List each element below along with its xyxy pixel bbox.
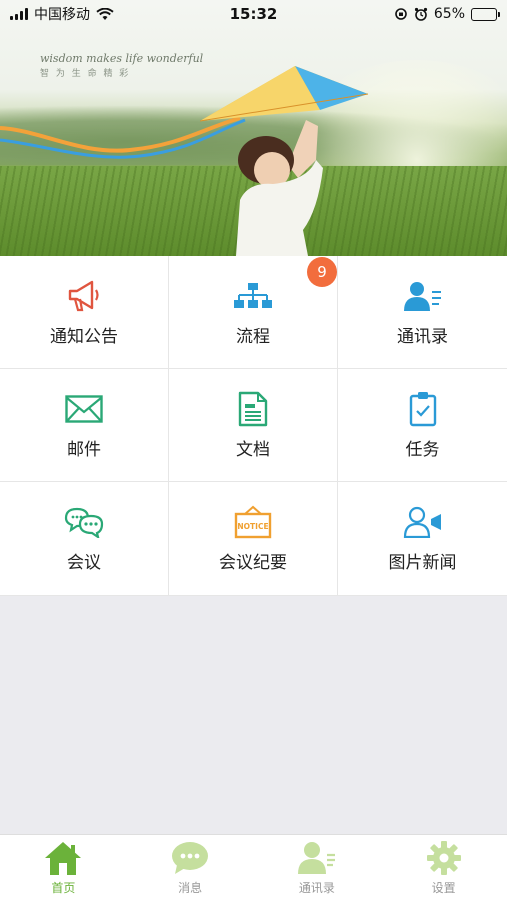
menu-item-label: 流程 bbox=[236, 326, 270, 347]
tab-messages[interactable]: 消息 bbox=[127, 835, 254, 900]
notice-icon-text: NOTICE bbox=[237, 522, 268, 531]
battery-icon bbox=[471, 7, 500, 21]
menu-item-label: 图片新闻 bbox=[388, 553, 457, 573]
chat-bubbles-icon bbox=[64, 504, 104, 540]
home-icon bbox=[44, 839, 82, 877]
menu-item-label: 邮件 bbox=[67, 439, 101, 460]
contacts-icon bbox=[297, 839, 336, 877]
status-time: 15:32 bbox=[229, 5, 278, 23]
menu-item-workflow[interactable]: 9 流程 bbox=[169, 256, 338, 369]
video-user-icon bbox=[403, 504, 443, 540]
menu-item-announcements[interactable]: 通知公告 bbox=[0, 256, 169, 369]
megaphone-icon bbox=[64, 278, 104, 314]
gear-icon bbox=[426, 839, 462, 877]
menu-item-label: 会议 bbox=[67, 553, 101, 573]
message-icon bbox=[171, 839, 209, 877]
kite-image bbox=[200, 66, 369, 122]
menu-item-label: 文档 bbox=[236, 439, 270, 460]
notice-board-icon: NOTICE bbox=[233, 504, 273, 540]
orientation-lock-icon bbox=[395, 8, 407, 20]
menu-item-minutes[interactable]: NOTICE 会议纪要 bbox=[169, 482, 338, 596]
banner-slogan: wisdom makes life wonderful bbox=[40, 52, 204, 65]
tab-settings[interactable]: 设置 bbox=[380, 835, 507, 900]
wifi-icon bbox=[96, 7, 114, 20]
flowchart-icon bbox=[233, 278, 273, 314]
status-left: 中国移动 bbox=[10, 4, 114, 24]
menu-item-contacts[interactable]: 通讯录 bbox=[338, 256, 507, 369]
feature-grid: 通知公告 9 流程 通讯录 邮件 文档 任务 会议 NOTICE 会议纪要 图片… bbox=[0, 256, 507, 596]
document-icon bbox=[233, 391, 273, 427]
tab-label: 首页 bbox=[51, 881, 76, 895]
menu-item-documents[interactable]: 文档 bbox=[169, 369, 338, 482]
menu-item-label: 通知公告 bbox=[50, 326, 118, 347]
notification-badge: 9 bbox=[307, 257, 337, 287]
tab-label: 消息 bbox=[178, 881, 203, 895]
battery-percent: 65% bbox=[433, 6, 465, 22]
child-image bbox=[236, 120, 323, 256]
menu-item-label: 通讯录 bbox=[397, 326, 448, 347]
menu-item-label: 会议纪要 bbox=[219, 553, 287, 573]
tab-label: 通讯录 bbox=[298, 881, 335, 895]
clipboard-check-icon bbox=[403, 391, 443, 427]
mail-icon bbox=[64, 391, 104, 427]
tab-label: 设置 bbox=[431, 881, 456, 895]
bottom-tab-bar: 首页 消息 通讯录 设置 bbox=[0, 834, 507, 900]
carrier-name: 中国移动 bbox=[34, 7, 90, 23]
tab-contacts[interactable]: 通讯录 bbox=[254, 835, 381, 900]
menu-item-label: 任务 bbox=[405, 439, 440, 460]
cell-signal-icon bbox=[10, 8, 28, 20]
banner-slogan-cn: 智 为 生 命 精 彩 bbox=[40, 69, 131, 79]
menu-item-tasks[interactable]: 任务 bbox=[338, 369, 507, 482]
alarm-icon bbox=[414, 7, 427, 21]
menu-item-photo-news[interactable]: 图片新闻 bbox=[338, 482, 507, 596]
header-banner: wisdom makes life wonderful 智 为 生 命 精 彩 bbox=[0, 0, 507, 256]
menu-item-meetings[interactable]: 会议 bbox=[0, 482, 169, 596]
status-right: 65% bbox=[394, 6, 500, 22]
tab-home[interactable]: 首页 bbox=[0, 835, 127, 900]
menu-item-mail[interactable]: 邮件 bbox=[0, 369, 169, 482]
status-bar: 中国移动 15:32 65% bbox=[0, 0, 507, 28]
contacts-icon bbox=[403, 278, 443, 314]
